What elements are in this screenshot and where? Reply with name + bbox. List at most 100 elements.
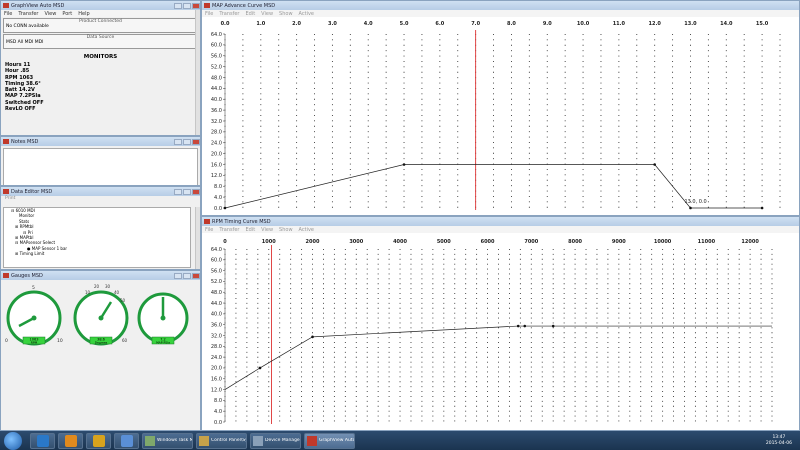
rpm-x-tick-label: 1000 — [262, 239, 276, 245]
taskbar-item[interactable]: GraphView Auto ... — [304, 432, 355, 449]
graphview-titlebar[interactable]: GraphView Auto MSD — [1, 1, 200, 10]
map-x-tick-label: 7.0 — [471, 21, 480, 27]
rpm-menu-view[interactable]: View — [261, 227, 273, 233]
rpm-menu-active[interactable]: Active — [299, 227, 314, 233]
gauges-app-icon — [3, 273, 9, 278]
rpm-x-tick-label: 12000 — [741, 239, 759, 245]
notes-maximize-button[interactable] — [183, 138, 191, 145]
map-curve-title: MAP Advance Curve MSD — [212, 2, 276, 9]
map-data-point — [402, 163, 406, 166]
gauge-timing-unit: Degrees — [95, 341, 108, 345]
rpm-menu-file[interactable]: File — [205, 227, 213, 233]
data-editor-tree: ⊟ 6010 MDI Monitor Stats ⊞ RPMtbl ⊟ Pri … — [3, 207, 191, 268]
map-y-tick-label: 40.0 — [211, 97, 222, 103]
gauges-titlebar[interactable]: Gauges MSD — [1, 271, 200, 280]
gauge-rpm-tick-min: 0 — [5, 338, 8, 344]
data-editor-minimize-button[interactable] — [174, 188, 182, 195]
rpm-curve-app-icon — [204, 219, 210, 224]
gauge-rpm-tick-max: 10 — [57, 338, 63, 344]
map-menu-file[interactable]: File — [205, 11, 213, 17]
map-advance-chart[interactable]: 64.0 60.0 56.0 52.0 48.0 44.0 40.0 36.0 32.0 28.0… — [202, 17, 799, 215]
map-menu-view[interactable]: View — [261, 11, 273, 17]
map-y-tick-label: 32.0 — [211, 119, 222, 125]
map-curve-titlebar[interactable]: MAP Advance Curve MSD — [202, 1, 799, 10]
data-editor-maximize-button[interactable] — [183, 188, 191, 195]
clock-date: 2015-04-06 — [765, 440, 792, 446]
rpm-y-tick-label: 64.0 — [211, 247, 222, 253]
map-y-tick-label: 44.0 — [211, 86, 222, 92]
rpm-menu-edit[interactable]: Edit — [245, 227, 255, 233]
graphview-scrollbar[interactable] — [195, 10, 200, 135]
rpm-y-tick-label: 52.0 — [211, 279, 222, 285]
menu-file[interactable]: File — [4, 11, 12, 17]
data-editor-titlebar[interactable]: Data Editor MSD — [1, 187, 200, 196]
print-button[interactable]: Print — [1, 196, 200, 203]
rpm-curve-window: RPM Timing Curve MSD File Transfer Edit … — [201, 216, 800, 431]
taskbar-item[interactable]: Control Panel\Sys... — [196, 432, 247, 449]
rpm-x-tick-label: 3000 — [349, 239, 363, 245]
rpm-menu-show[interactable]: Show — [279, 227, 293, 233]
notes-title: Notes MSD — [11, 138, 39, 145]
gauges-title: Gauges MSD — [11, 272, 43, 279]
tree-item-timing-limit[interactable]: ⊞ Timing Limit — [7, 251, 190, 256]
taskbar-item-label: Windows Task M... — [157, 438, 192, 443]
data-editor-close-button[interactable] — [192, 188, 200, 195]
taskbar-item[interactable]: Device Manager — [250, 432, 301, 449]
notes-minimize-button[interactable] — [174, 138, 182, 145]
map-menu-edit[interactable]: Edit — [245, 11, 255, 17]
gauge-timing-tick-40: 40 — [114, 290, 120, 295]
notes-textarea[interactable] — [3, 148, 198, 185]
gauges-minimize-button[interactable] — [174, 272, 182, 279]
notes-titlebar[interactable]: Notes MSD — [1, 137, 200, 146]
start-button[interactable] — [4, 431, 22, 450]
clock[interactable]: 13:47 2015-04-06 — [766, 435, 792, 447]
data-source-box: Data Source MSD All MDI MDI — [3, 34, 198, 49]
rpm-y-tick-label: 32.0 — [211, 333, 222, 339]
taskbar-item[interactable]: Windows Task M... — [142, 432, 193, 449]
menu-view[interactable]: View — [44, 11, 56, 17]
map-menu-show[interactable]: Show — [279, 11, 293, 17]
menu-transfer[interactable]: Transfer — [18, 11, 38, 17]
taskbar-item-label: Control Panel\Sys... — [211, 438, 246, 443]
graphview-window: GraphView Auto MSD File Transfer View Po… — [0, 0, 201, 136]
rpm-y-tick-label: 60.0 — [211, 258, 222, 264]
maximize-button[interactable] — [183, 2, 191, 9]
notes-close-button[interactable] — [192, 138, 200, 145]
rpm-y-tick-label: 20.0 — [211, 366, 222, 372]
rpm-y-tick-label: 8.0 — [214, 398, 222, 404]
rpm-y-tick-label: 36.0 — [211, 322, 222, 328]
graphview-menubar: File Transfer View Port Help — [1, 10, 200, 17]
taskbar-item-label: GraphView Auto ... — [319, 438, 354, 443]
rpm-y-tick-label: 28.0 — [211, 344, 222, 350]
taskbar-item[interactable] — [30, 432, 55, 449]
data-editor-scrollbar[interactable] — [195, 207, 200, 269]
menu-port[interactable]: Port — [62, 11, 72, 17]
rpm-y-tick-label: 44.0 — [211, 301, 222, 307]
map-y-tick-label: 36.0 — [211, 108, 222, 114]
gauges-close-button[interactable] — [192, 272, 200, 279]
rpm-menu-transfer[interactable]: Transfer — [219, 227, 239, 233]
taskbar-item[interactable] — [114, 432, 139, 449]
map-data-point — [760, 206, 764, 210]
menu-help[interactable]: Help — [78, 11, 89, 17]
map-data-point — [223, 206, 227, 210]
product-connected-box: Product Connected No CONN available — [3, 18, 198, 33]
map-x-tick-label: 5.0 — [400, 21, 409, 27]
taskbar-item[interactable] — [58, 432, 83, 449]
data-source-value: MSD All MDI MDI — [6, 40, 44, 45]
taskbar-item[interactable] — [86, 432, 111, 449]
rpm-y-tick-label: 16.0 — [211, 377, 222, 383]
gauges-maximize-button[interactable] — [183, 272, 191, 279]
close-button[interactable] — [192, 2, 200, 9]
rpm-y-tick-label: 48.0 — [211, 290, 222, 296]
map-x-tick-label: 9.0 — [543, 21, 552, 27]
map-curve-app-icon — [204, 3, 210, 8]
map-menu-active[interactable]: Active — [299, 11, 314, 17]
rpm-curve-titlebar[interactable]: RPM Timing Curve MSD — [202, 217, 799, 226]
rpm-timing-chart[interactable]: 64.0 60.0 56.0 52.0 48.0 44.0 40.0 36.0 32.0 28.0… — [202, 233, 799, 430]
rpm-curve-title: RPM Timing Curve MSD — [212, 218, 271, 225]
notes-app-icon — [3, 139, 9, 144]
minimize-button[interactable] — [174, 2, 182, 9]
rpm-data-point — [516, 324, 520, 328]
map-menu-transfer[interactable]: Transfer — [219, 11, 239, 17]
